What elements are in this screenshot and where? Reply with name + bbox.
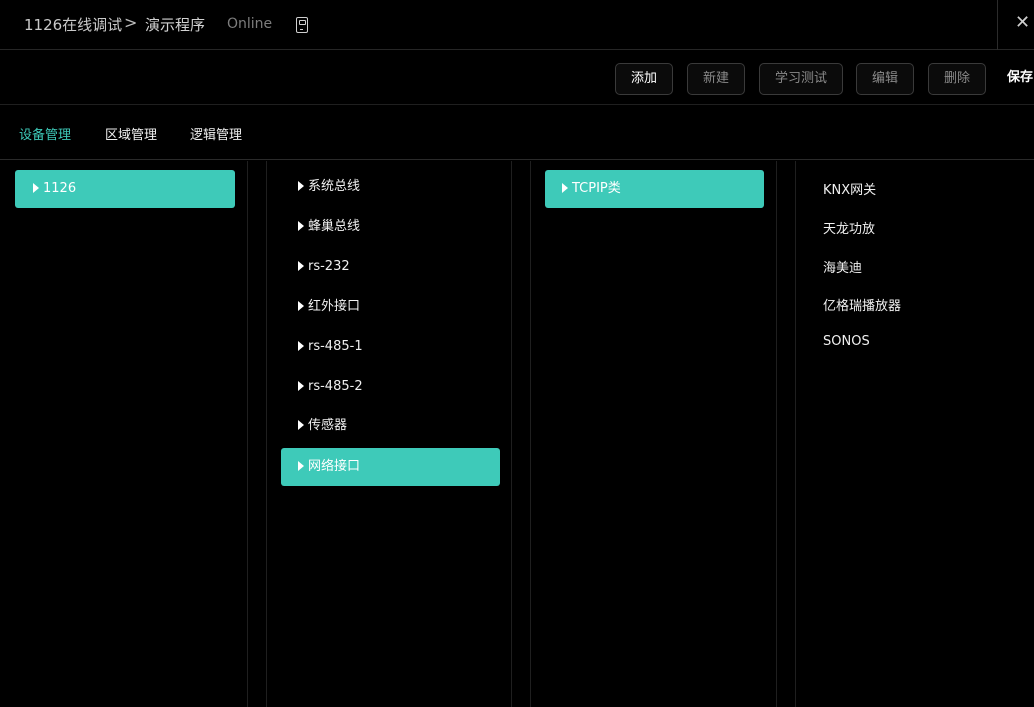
title-bar: 1126在线调试 > 演示程序 Online ✕	[0, 0, 1034, 50]
column-divider	[247, 161, 248, 707]
learn-test-button[interactable]: 学习测试	[759, 63, 843, 95]
caret-right-icon	[298, 381, 304, 391]
column-divider	[511, 161, 512, 707]
tab-bar: 设备管理 区域管理 逻辑管理	[0, 106, 1034, 160]
save-button[interactable]: 保存	[1007, 63, 1033, 95]
column-divider	[530, 161, 531, 707]
caret-right-icon	[298, 341, 304, 351]
close-icon[interactable]: ✕	[1015, 12, 1030, 33]
tree-item-label: rs-232	[308, 259, 350, 274]
tree-item-interface[interactable]: 传感器	[281, 407, 500, 445]
tree-item-label: 蜂巢总线	[308, 219, 361, 234]
breadcrumb-separator: >	[124, 13, 138, 32]
tree-item-interface[interactable]: 红外接口	[281, 288, 500, 326]
caret-right-icon	[562, 183, 568, 193]
device-item[interactable]: SONOS	[823, 334, 870, 349]
device-item[interactable]: 亿格瑞播放器	[823, 295, 901, 314]
tree-item-label: 1126	[43, 181, 77, 196]
delete-button[interactable]: 删除	[928, 63, 986, 95]
tree-item-label: 传感器	[308, 418, 348, 433]
caret-right-icon	[33, 183, 39, 193]
caret-right-icon	[298, 261, 304, 271]
page-title: 演示程序	[145, 16, 206, 34]
status-text: Online	[227, 16, 273, 32]
tree-item-interface[interactable]: 蜂巢总线	[281, 208, 500, 246]
tab-area-management[interactable]: 区域管理	[105, 124, 157, 143]
tree-item-label: TCPIP类	[572, 181, 621, 196]
caret-right-icon	[298, 221, 304, 231]
breadcrumb-root[interactable]: 1126在线调试	[24, 14, 122, 35]
tree-item-label: rs-485-2	[308, 379, 363, 394]
tree-item-label: 红外接口	[308, 299, 361, 314]
new-button[interactable]: 新建	[687, 63, 745, 95]
tab-device-management[interactable]: 设备管理	[19, 124, 71, 143]
device-item[interactable]: 海美迪	[823, 257, 862, 276]
column-divider	[795, 161, 796, 707]
caret-right-icon	[298, 301, 304, 311]
add-button[interactable]: 添加	[615, 63, 673, 95]
caret-right-icon	[298, 461, 304, 471]
tree-item-category[interactable]: TCPIP类	[545, 170, 764, 208]
tree-item-interface[interactable]: rs-485-2	[281, 368, 500, 406]
edit-button[interactable]: 编辑	[856, 63, 914, 95]
tree-item-label: rs-485-1	[308, 339, 363, 354]
tree-item-host[interactable]: 1126	[15, 170, 235, 208]
divider	[997, 0, 998, 50]
tab-logic-management[interactable]: 逻辑管理	[190, 124, 242, 143]
tree-item-interface[interactable]: rs-232	[281, 248, 500, 286]
phone-icon[interactable]	[296, 17, 308, 33]
tree-item-label: 系统总线	[308, 179, 361, 194]
caret-right-icon	[298, 420, 304, 430]
tree-item-interface[interactable]: 网络接口	[281, 448, 500, 486]
column-divider	[266, 161, 267, 707]
toolbar: 添加 新建 学习测试 编辑 删除 保存	[0, 51, 1034, 105]
tree-item-interface[interactable]: rs-485-1	[281, 328, 500, 366]
column-divider	[776, 161, 777, 707]
device-item[interactable]: KNX网关	[823, 179, 876, 198]
device-item[interactable]: 天龙功放	[823, 218, 875, 237]
tree-item-interface[interactable]: 系统总线	[281, 168, 500, 206]
tree-item-label: 网络接口	[308, 459, 361, 474]
caret-right-icon	[298, 181, 304, 191]
